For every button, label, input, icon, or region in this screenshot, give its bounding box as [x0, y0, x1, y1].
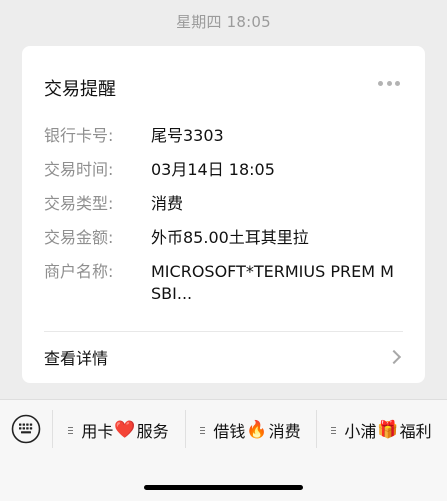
view-details-link[interactable]: 查看详情 — [44, 342, 405, 372]
card-title: 交易提醒 — [44, 79, 116, 100]
chevron-right-icon — [386, 349, 402, 365]
transaction-amount-label: 交易金额: — [44, 228, 114, 247]
menu-item-xiaopu-benefits[interactable]: 小浦 🎁 福利 — [316, 400, 447, 460]
list-icon — [200, 426, 206, 434]
merchant-name-row: 商户名称: MICROSOFT*TERMIUS PREM MSBI... — [44, 261, 404, 317]
message-timestamp: 星期四 18:05 — [176, 13, 271, 31]
card-number-row: 银行卡号: 尾号3303 — [44, 125, 404, 159]
transaction-time-label: 交易时间: — [44, 160, 114, 179]
fire-icon: 🔥 — [246, 420, 268, 440]
menu-item-text: 小浦 — [344, 422, 377, 441]
keyboard-icon[interactable] — [10, 413, 42, 445]
list-icon — [68, 426, 74, 434]
merchant-name-value: MICROSOFT*TERMIUS PREM MSBI... — [151, 262, 394, 303]
more-dots-icon[interactable] — [378, 80, 400, 86]
heart-icon: ❤️ — [114, 420, 136, 440]
transaction-amount-value: 外币85.00土耳其里拉 — [151, 228, 309, 247]
transaction-time-row: 交易时间: 03月14日 18:05 — [44, 159, 404, 193]
transaction-type-value: 消费 — [151, 194, 184, 213]
transaction-time-value: 03月14日 18:05 — [151, 160, 275, 179]
gift-icon: 🎁 — [377, 420, 399, 440]
transaction-amount-row: 交易金额: 外币85.00土耳其里拉 — [44, 227, 404, 261]
menu-item-text: 服务 — [136, 422, 169, 441]
menu-item-text: 用卡 — [81, 422, 114, 441]
list-icon — [331, 426, 337, 434]
menu-item-text: 消费 — [268, 422, 301, 441]
home-indicator[interactable] — [144, 485, 303, 490]
card-number-value: 尾号3303 — [151, 126, 224, 145]
card-number-label: 银行卡号: — [44, 126, 114, 145]
menu-item-text: 福利 — [399, 422, 432, 441]
transaction-details: 银行卡号: 尾号3303 交易时间: 03月14日 18:05 交易类型: 消费… — [44, 125, 404, 317]
transaction-alert-card[interactable]: 交易提醒 银行卡号: 尾号3303 交易时间: 03月14日 18:05 交易类… — [22, 46, 425, 383]
card-divider — [44, 331, 403, 332]
transaction-type-label: 交易类型: — [44, 194, 114, 213]
menu-item-text: 借钱 — [213, 422, 246, 441]
menu-items: 用卡 ❤️ 服务 借钱 🔥 消费 小浦 🎁 福利 — [52, 400, 447, 460]
merchant-name-label: 商户名称: — [44, 262, 114, 281]
transaction-type-row: 交易类型: 消费 — [44, 193, 404, 227]
menu-item-card-service[interactable]: 用卡 ❤️ 服务 — [52, 400, 185, 460]
menu-item-borrow-money[interactable]: 借钱 🔥 消费 — [185, 400, 316, 460]
view-details-label: 查看详情 — [44, 349, 109, 368]
